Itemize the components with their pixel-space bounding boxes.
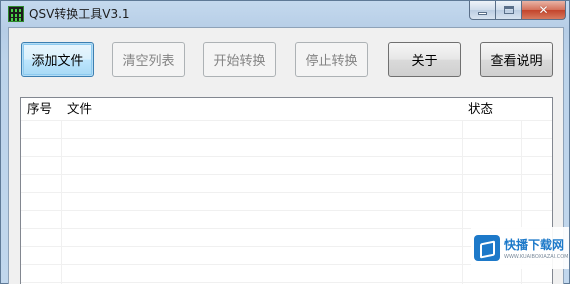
column-header-status[interactable]: 状态 [462,98,552,120]
close-button[interactable]: ✕ [522,1,566,20]
app-grid-icon [8,6,24,22]
about-button[interactable]: 关于 [388,42,461,77]
site-watermark: 快播下载网 WWW.KUAIBOXIAZAI.COM [471,227,569,269]
watermark-url: WWW.KUAIBOXIAZAI.COM [504,254,569,260]
minimize-icon [478,11,487,15]
clear-list-button[interactable]: 清空列表 [112,42,185,77]
list-header: 序号 文件 状态 [21,98,552,120]
title-bar[interactable]: QSV转换工具V3.1 ✕ [1,1,570,27]
row-divider [21,210,552,211]
row-divider [21,282,552,283]
row-divider [21,138,552,139]
close-icon: ✕ [538,3,549,17]
maximize-icon [503,6,514,14]
app-window: QSV转换工具V3.1 ✕ 添加文件 清空列表 开始转换 停止转换 关于 查看说… [0,0,570,284]
maximize-button[interactable] [496,1,522,20]
row-divider [21,192,552,193]
view-help-button[interactable]: 查看说明 [480,42,553,77]
row-divider [21,174,552,175]
row-divider [21,156,552,157]
column-header-file[interactable]: 文件 [61,98,462,120]
start-convert-button[interactable]: 开始转换 [203,42,276,77]
add-file-button[interactable]: 添加文件 [21,42,94,77]
watermark-title: 快播下载网 [504,238,565,252]
column-divider [462,120,463,284]
cube-logo-icon [474,235,500,261]
column-divider [61,120,62,284]
window-title: QSV转换工具V3.1 [29,7,130,21]
row-divider [21,120,552,121]
caption-buttons: ✕ [469,1,566,20]
minimize-button[interactable] [469,1,496,20]
stop-convert-button[interactable]: 停止转换 [295,42,368,77]
column-header-index[interactable]: 序号 [21,98,61,120]
